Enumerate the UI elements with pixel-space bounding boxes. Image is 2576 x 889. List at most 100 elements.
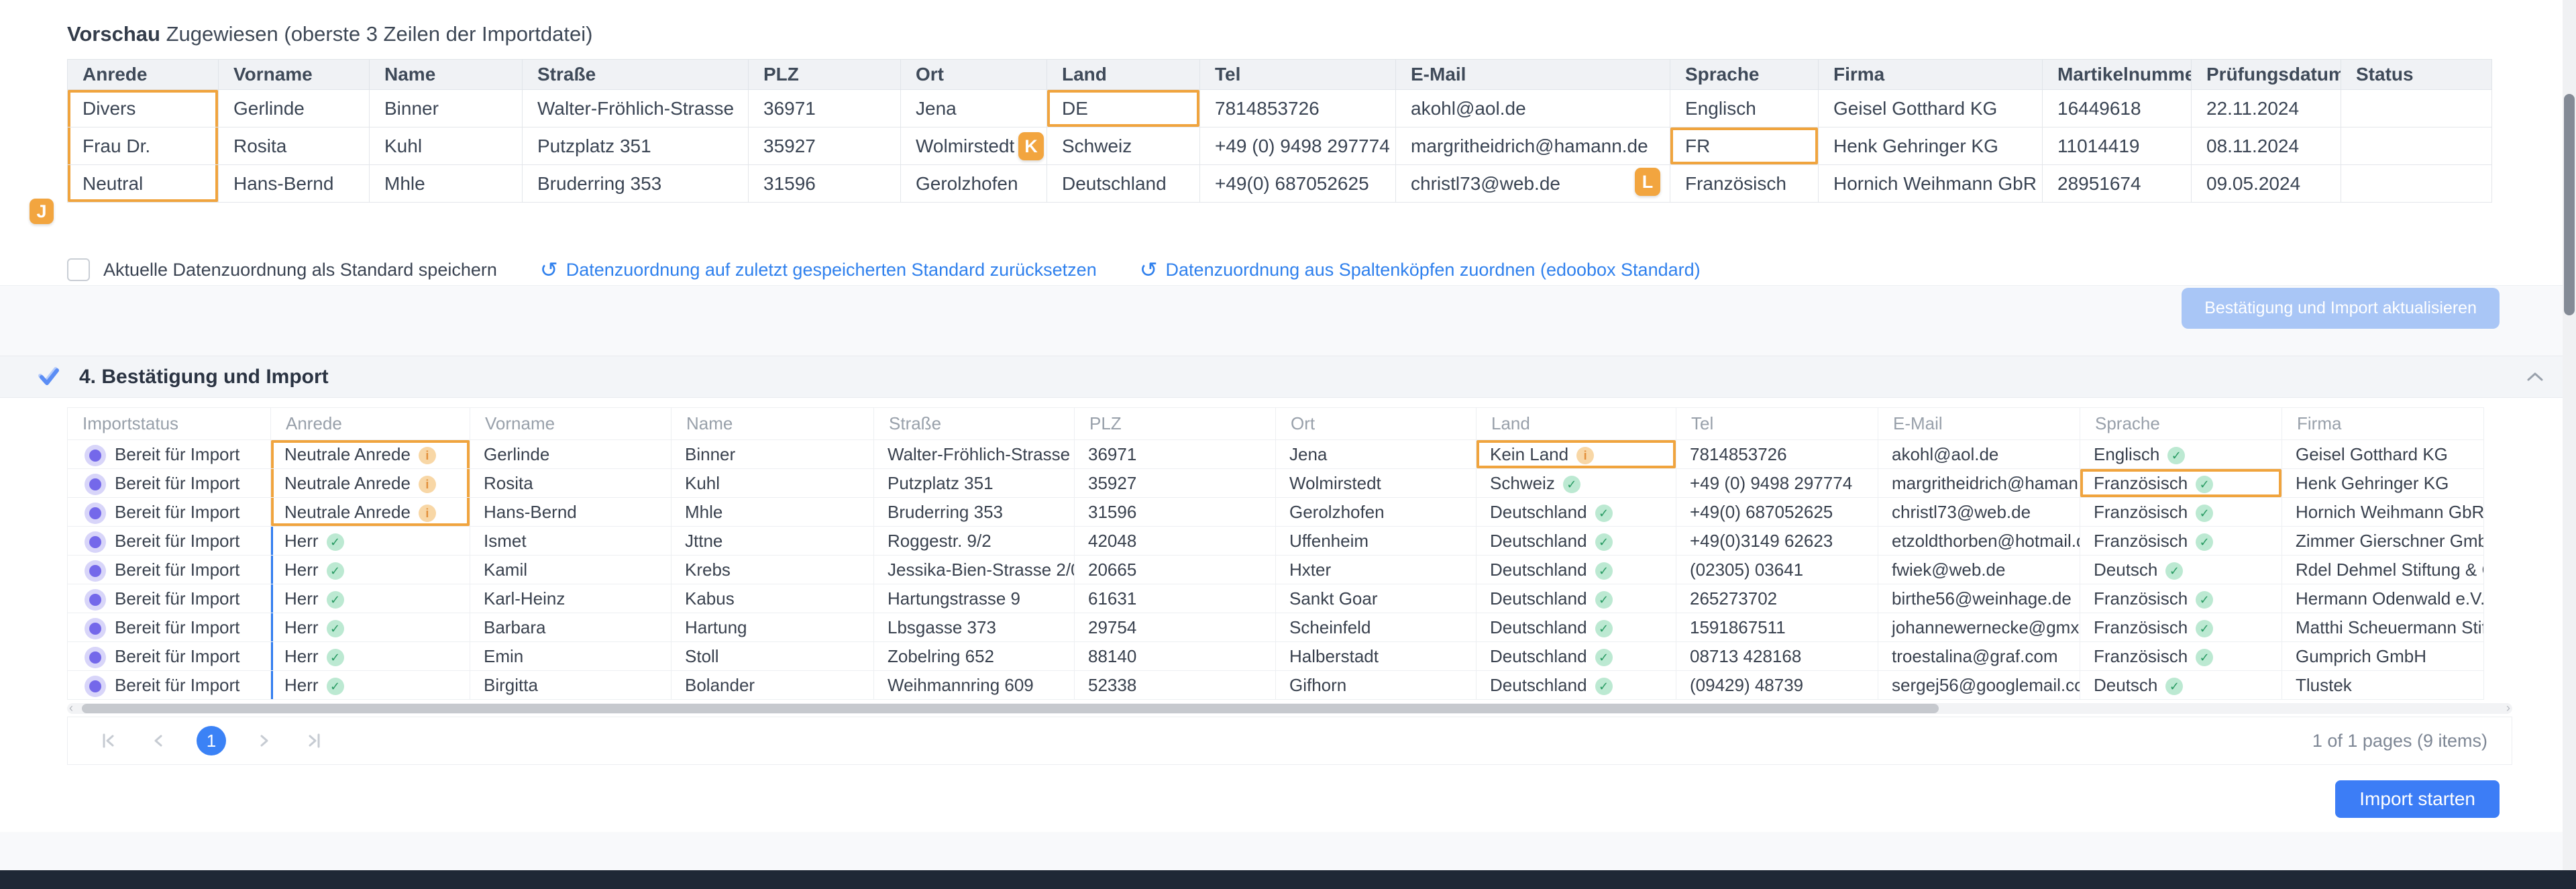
- import-status-dot-icon: [89, 507, 101, 519]
- annotation-badge-k: K: [1018, 132, 1044, 160]
- annotation-badge-l: L: [1635, 168, 1660, 196]
- column-header-name: Name: [370, 60, 523, 90]
- cell-sprache: Französisch: [2080, 584, 2282, 613]
- cell-name: Krebs: [672, 556, 874, 584]
- column-header-label: Land: [1491, 413, 1530, 433]
- cell-plz: 61631: [1075, 584, 1276, 613]
- cell-text: Herr: [284, 531, 319, 551]
- cell-text: Putzplatz 351: [888, 473, 994, 493]
- cell-text: +49 (0) 9498 297774: [1690, 473, 1852, 493]
- next-page-icon[interactable]: [253, 729, 276, 752]
- cell-text: Deutschland: [1490, 675, 1587, 695]
- cell-sprache: Englisch: [1670, 90, 1819, 127]
- cell-stra-e: Weihmannring 609: [874, 671, 1075, 700]
- cell-vorname: Emin: [470, 642, 672, 671]
- cell-name: Kuhl: [370, 127, 523, 165]
- scroll-left-icon[interactable]: ‹: [69, 701, 73, 715]
- cell-tel: +49(0)3149 62623: [1676, 527, 1878, 556]
- cell-name: Kuhl: [672, 469, 874, 498]
- cell-firma: Rdel Dehmel Stiftung & C…: [2282, 556, 2484, 584]
- check-icon: [1595, 533, 1613, 551]
- prev-page-icon[interactable]: [147, 729, 170, 752]
- vertical-scrollbar[interactable]: [2563, 0, 2576, 870]
- cell-text: 08713 428168: [1690, 646, 1801, 666]
- cell-text: Französisch: [2094, 531, 2188, 551]
- save-mapping-checkbox[interactable]: [67, 258, 90, 281]
- chevron-up-icon[interactable]: [2524, 368, 2546, 386]
- cell-sprache: Französisch: [2080, 527, 2282, 556]
- column-header-label: Firma: [2297, 413, 2341, 433]
- import-status-dot-icon: [89, 651, 101, 664]
- cell-text: Scheinfeld: [1289, 617, 1371, 637]
- first-page-icon[interactable]: [97, 729, 120, 752]
- column-header-label: Sprache: [1685, 64, 1760, 85]
- cell-ort: Scheinfeld: [1276, 613, 1477, 642]
- cell-text: Gerolzhofen: [1289, 502, 1385, 522]
- cell-plz: 35927: [1075, 469, 1276, 498]
- cell-text: Geisel Gotthard KG: [1833, 98, 1997, 119]
- cell-text: 36971: [1088, 444, 1136, 464]
- cell-name: Kabus: [672, 584, 874, 613]
- column-header-firma: Firma: [2282, 408, 2484, 440]
- cell-ort: Uffenheim: [1276, 527, 1477, 556]
- vertical-scrollbar-thumb[interactable]: [2564, 94, 2575, 315]
- cell-text: Henk Gehringer KG: [1833, 136, 1998, 156]
- horizontal-scrollbar[interactable]: ‹ ›: [67, 703, 2512, 714]
- cell-text: Hartung: [685, 617, 747, 637]
- cell-text: Deutsch: [2094, 675, 2157, 695]
- cell-text: margritheidrich@hamann.de: [1411, 136, 1648, 156]
- table-row: Bereit für ImportHerrKamilKrebsJessika-B…: [68, 556, 2484, 584]
- cell-text: Karl-Heinz: [484, 588, 565, 609]
- reset-mapping-link[interactable]: ↺ Datenzuordnung auf zuletzt gespeichert…: [540, 260, 1097, 280]
- cell-text: Herr: [284, 646, 319, 666]
- cell-text: Deutschland: [1062, 173, 1167, 194]
- section-confirmation-header[interactable]: 4. Bestätigung und Import: [0, 356, 2576, 398]
- check-icon: [327, 533, 344, 551]
- cell-text: Geisel Gotthard KG: [2296, 444, 2448, 464]
- undo-icon: ↺: [540, 260, 558, 280]
- column-header-label: Straße: [537, 64, 596, 85]
- cell-text: Binner: [384, 98, 439, 119]
- cell-text: Kabus: [685, 588, 735, 609]
- cell-vorname: Hans-Bernd: [219, 165, 370, 203]
- cell-text: Deutschland: [1490, 560, 1587, 580]
- map-from-headers-link[interactable]: ↺ Datenzuordnung aus Spaltenköpfen zuord…: [1140, 260, 1701, 280]
- check-icon: [1595, 505, 1613, 522]
- cell-vorname: Hans-Bernd: [470, 498, 672, 527]
- mapping-controls: Aktuelle Datenzuordnung als Standard spe…: [67, 256, 1701, 284]
- cell-text: Weihmannring 609: [888, 675, 1034, 695]
- cell-firma: Hermann Odenwald e.V.: [2282, 584, 2484, 613]
- cell-text: akohl@aol.de: [1892, 444, 1998, 464]
- check-icon: [2165, 678, 2183, 695]
- header-row: AnredeVornameNameStraßePLZOrtLandTelE-Ma…: [68, 60, 2492, 90]
- check-icon: [327, 562, 344, 580]
- cell-vorname: Barbara: [470, 613, 672, 642]
- cell-e-mail: fwiek@web.de: [1878, 556, 2080, 584]
- cell-text: Uffenheim: [1289, 531, 1368, 551]
- import-status-dot-icon: [89, 536, 101, 548]
- check-icon: [1595, 562, 1613, 580]
- column-header-sprache: Sprache: [2080, 408, 2282, 440]
- cell-e-mail: johannewernecke@gmx.…: [1878, 613, 2080, 642]
- cell-sprache: Französisch: [2080, 613, 2282, 642]
- cell-plz: 20665: [1075, 556, 1276, 584]
- update-confirmation-button[interactable]: Bestätigung und Import aktualisieren: [2182, 288, 2500, 329]
- column-header-label: Ort: [916, 64, 944, 85]
- cell-ort: Wolmirstedt: [1276, 469, 1477, 498]
- cell-tel: +49(0) 687052625: [1676, 498, 1878, 527]
- start-import-button[interactable]: Import starten: [2335, 780, 2500, 818]
- column-header-name: Name: [672, 408, 874, 440]
- table-row: Bereit für ImportNeutrale AnredeHans-Ber…: [68, 498, 2484, 527]
- horizontal-scrollbar-thumb[interactable]: [82, 704, 1939, 713]
- table-row: Bereit für ImportHerrKarl-HeinzKabusHart…: [68, 584, 2484, 613]
- cell-text: Hornich Weihmann GbR: [2296, 502, 2484, 522]
- cell-text: Bereit für Import: [115, 473, 239, 493]
- cell-tel: +49(0) 687052625: [1200, 165, 1396, 203]
- column-header-plz: PLZ: [1075, 408, 1276, 440]
- current-page-button[interactable]: 1: [197, 726, 226, 755]
- scroll-right-icon[interactable]: ›: [2506, 701, 2510, 715]
- last-page-icon[interactable]: [303, 729, 325, 752]
- info-icon: [419, 505, 436, 522]
- cell-text: 36971: [763, 98, 816, 119]
- cell-vorname: Kamil: [470, 556, 672, 584]
